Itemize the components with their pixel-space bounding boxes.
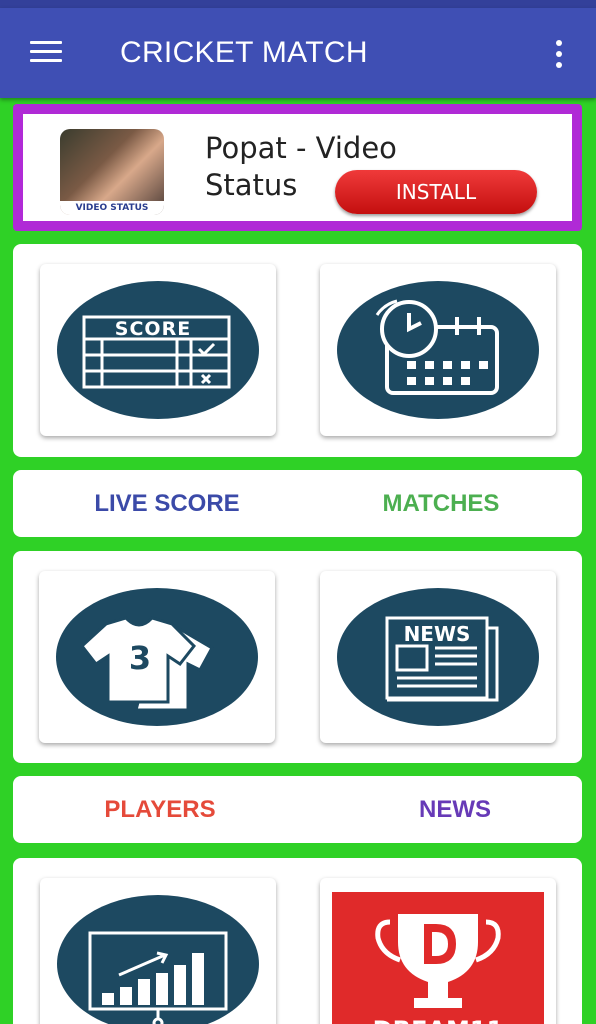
ad-thumb-label: VIDEO STATUS <box>60 201 164 215</box>
calendar-clock-icon <box>375 299 499 395</box>
live-score-card[interactable]: SCORE <box>40 264 276 436</box>
players-label[interactable]: PLAYERS <box>18 796 302 824</box>
news-card[interactable]: NEWS <box>320 571 556 743</box>
scoreboard-icon: SCORE <box>82 315 231 389</box>
growth-chart-icon <box>88 931 228 1024</box>
ad-banner[interactable]: VIDEO STATUS Popat - Video Status INSTAL… <box>13 104 582 231</box>
dream11-text: DREAM11 <box>373 1016 504 1024</box>
matches-label[interactable]: MATCHES <box>299 490 583 518</box>
menu-panel-row3: DREAM11 <box>13 858 582 1024</box>
menu-panel-row1: SCORE <box>13 244 582 457</box>
label-bar-row2: PLAYERS NEWS <box>13 776 582 843</box>
player-jersey-icon: 3 <box>79 616 215 712</box>
jersey-number: 3 <box>129 639 151 677</box>
menu-panel-row2: 3 NEWS <box>13 551 582 763</box>
status-bar <box>0 0 596 8</box>
score-text: SCORE <box>115 318 191 340</box>
stats-card[interactable] <box>40 878 276 1024</box>
hamburger-menu-icon[interactable] <box>30 41 62 63</box>
more-vert-icon[interactable] <box>550 38 568 72</box>
news-label[interactable]: NEWS <box>313 796 596 824</box>
matches-card[interactable] <box>320 264 556 436</box>
players-card[interactable]: 3 <box>39 571 275 743</box>
live-score-label[interactable]: LIVE SCORE <box>25 490 309 518</box>
dream11-card[interactable]: DREAM11 <box>320 878 556 1024</box>
ad-content: VIDEO STATUS Popat - Video Status INSTAL… <box>23 114 572 221</box>
news-icon-text: NEWS <box>404 622 471 646</box>
app-bar: CRICKET MATCH <box>0 8 596 98</box>
newspaper-icon: NEWS <box>385 616 499 702</box>
dream11-logo-icon: DREAM11 <box>332 892 544 1024</box>
install-button[interactable]: INSTALL <box>335 170 537 214</box>
ad-app-thumbnail[interactable]: VIDEO STATUS <box>60 129 164 215</box>
label-bar-row1: LIVE SCORE MATCHES <box>13 470 582 537</box>
app-title: CRICKET MATCH <box>120 36 368 69</box>
